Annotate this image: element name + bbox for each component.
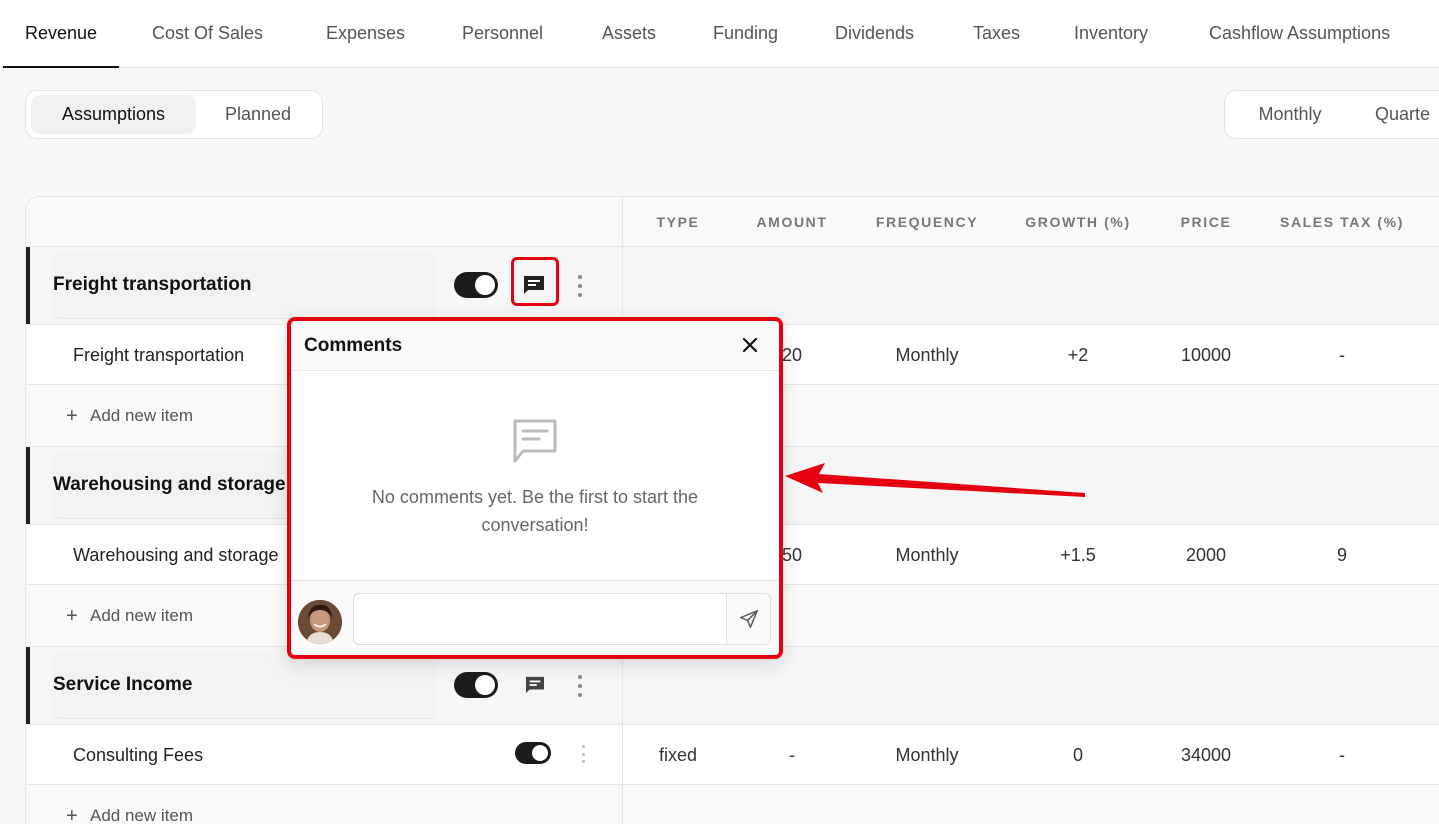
add-row: + Add new item	[26, 785, 1439, 824]
cell-growth[interactable]: +1.5	[1060, 545, 1096, 566]
cell-growth[interactable]: 0	[1073, 745, 1083, 766]
tab-inventory[interactable]: Inventory	[1074, 0, 1148, 68]
add-item-label: Add new item	[90, 606, 193, 625]
planned-option[interactable]: Planned	[200, 95, 316, 134]
plus-icon: +	[66, 405, 78, 427]
comment-icon[interactable]	[524, 674, 546, 696]
cell-frequency[interactable]: Monthly	[895, 545, 958, 566]
highlight-box	[511, 257, 559, 306]
group-name: Service Income	[53, 674, 193, 695]
tab-taxes[interactable]: Taxes	[973, 0, 1020, 68]
more-vertical-icon[interactable]	[573, 275, 587, 297]
tab-cashflow-assumptions[interactable]: Cashflow Assumptions	[1209, 0, 1390, 68]
tab-revenue[interactable]: Revenue	[2, 0, 120, 68]
col-growth: GROWTH (%)	[1025, 214, 1131, 230]
cell-type[interactable]: fixed	[659, 745, 697, 766]
add-new-item-button[interactable]: + Add new item	[66, 805, 193, 824]
plus-icon: +	[66, 605, 78, 627]
tab-personnel[interactable]: Personnel	[462, 0, 543, 68]
cell-price[interactable]: 2000	[1186, 545, 1226, 566]
add-new-item-button[interactable]: + Add new item	[66, 405, 193, 428]
item-name: Consulting Fees	[73, 745, 204, 765]
cell-amount[interactable]: -	[789, 745, 795, 766]
view-toggle: Assumptions Planned	[25, 90, 323, 139]
quarterly-option[interactable]: Quarte	[1375, 95, 1439, 134]
avatar	[298, 600, 342, 644]
popover-header: Comments	[291, 321, 779, 371]
cell-price[interactable]: 34000	[1181, 745, 1231, 766]
group-name: Warehousing and storage	[53, 474, 286, 495]
cell-amount[interactable]: 20	[782, 345, 802, 366]
col-sales-tax: SALES TAX (%)	[1280, 214, 1404, 230]
item-toggle[interactable]	[515, 742, 551, 764]
cell-growth[interactable]: +2	[1068, 345, 1089, 366]
cell-sales-tax[interactable]: 9	[1337, 545, 1347, 566]
period-toggle: Monthly Quarte	[1224, 90, 1439, 139]
col-type: TYPE	[656, 214, 700, 230]
cell-sales-tax[interactable]: -	[1339, 345, 1345, 366]
comment-composer	[291, 580, 779, 655]
table-row[interactable]: Consulting Fees fixed - Monthly 0 34000 …	[26, 725, 1439, 785]
close-icon[interactable]	[739, 334, 761, 356]
popover-title: Comments	[304, 335, 403, 356]
tab-assets[interactable]: Assets	[602, 0, 656, 68]
cell-sales-tax[interactable]: -	[1339, 745, 1345, 766]
tab-dividends[interactable]: Dividends	[835, 0, 914, 68]
cell-amount[interactable]: 50	[782, 545, 802, 566]
annotation-arrow-icon	[785, 463, 1085, 497]
comment-icon	[511, 417, 559, 470]
assumptions-option[interactable]: Assumptions	[31, 95, 196, 134]
send-button[interactable]	[726, 594, 770, 644]
col-frequency: FREQUENCY	[875, 214, 979, 230]
table-header: TYPE AMOUNT FREQUENCY GROWTH (%) PRICE S…	[26, 197, 1439, 247]
more-vertical-icon[interactable]	[576, 745, 590, 763]
comments-popover: Comments No comments yet. Be the first t…	[287, 317, 783, 659]
plus-icon: +	[66, 805, 78, 824]
group-row: Freight transportation	[26, 247, 1439, 325]
add-item-label: Add new item	[90, 406, 193, 425]
group-toggle[interactable]	[454, 672, 498, 698]
col-price: PRICE	[1180, 214, 1232, 230]
monthly-option[interactable]: Monthly	[1235, 95, 1345, 134]
cell-frequency[interactable]: Monthly	[895, 345, 958, 366]
add-new-item-button[interactable]: + Add new item	[66, 605, 193, 628]
toggle-knob	[475, 675, 495, 695]
tab-cost-of-sales[interactable]: Cost Of Sales	[152, 0, 263, 68]
comment-input[interactable]	[353, 593, 771, 645]
more-vertical-icon[interactable]	[573, 675, 587, 697]
item-name: Warehousing and storage	[73, 545, 279, 565]
cell-price[interactable]: 10000	[1181, 345, 1231, 366]
tab-expenses[interactable]: Expenses	[326, 0, 405, 68]
send-icon	[739, 610, 758, 628]
top-tab-bar: Revenue Cost Of Sales Expenses Personnel…	[0, 0, 1439, 68]
item-name: Freight transportation	[73, 345, 245, 365]
toggle-knob	[475, 275, 495, 295]
tab-funding[interactable]: Funding	[713, 0, 778, 68]
toggle-knob	[532, 745, 548, 761]
col-amount: AMOUNT	[756, 214, 828, 230]
cell-frequency[interactable]: Monthly	[895, 745, 958, 766]
group-name: Freight transportation	[53, 274, 252, 295]
add-item-label: Add new item	[90, 806, 193, 824]
empty-message: No comments yet. Be the first to start t…	[371, 487, 699, 535]
group-toggle[interactable]	[454, 272, 498, 298]
